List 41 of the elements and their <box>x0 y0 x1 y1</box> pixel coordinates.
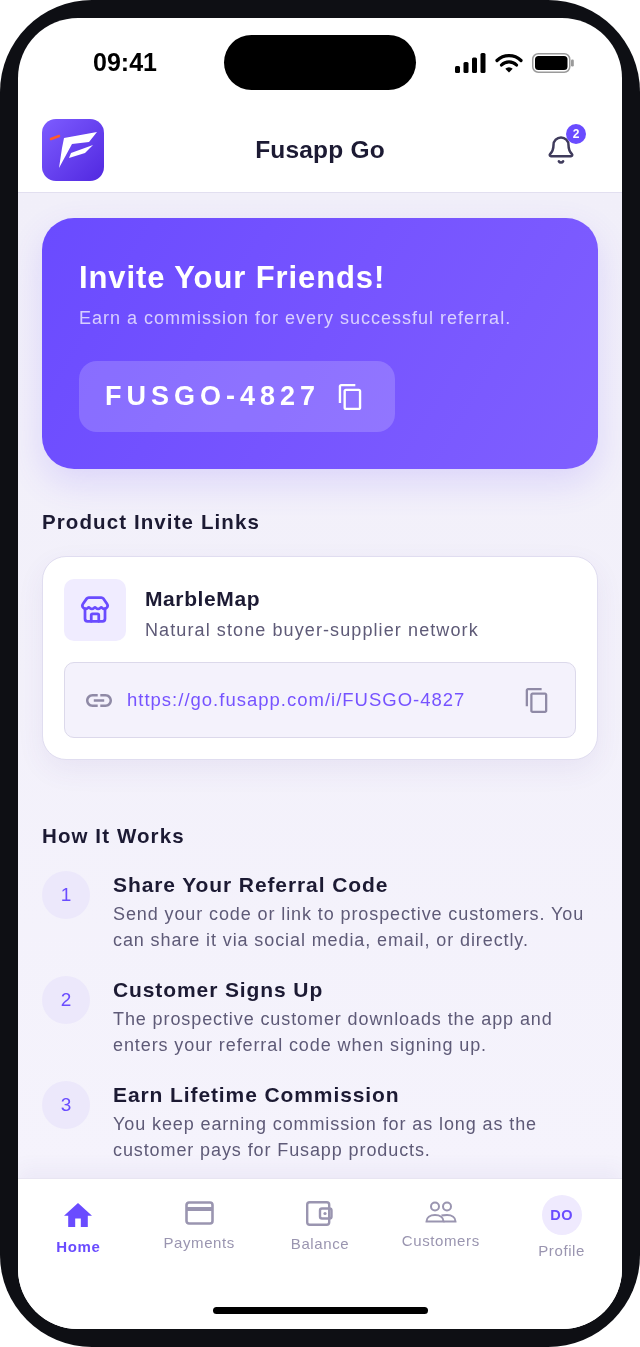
logo-icon <box>42 119 104 181</box>
signal-icon <box>454 52 486 73</box>
notifications-button[interactable]: 2 <box>546 124 586 165</box>
battery-icon <box>531 52 574 73</box>
copy-icon <box>337 383 364 410</box>
store-icon <box>64 578 126 641</box>
people-icon <box>424 1201 457 1223</box>
section-heading: How It Works <box>42 823 186 849</box>
card-icon <box>184 1201 214 1225</box>
profile-avatar: DO <box>541 1195 582 1235</box>
home-icon <box>64 1201 93 1229</box>
product-description: Natural stone buyer-supplier network <box>145 619 479 642</box>
product-name: MarbleMap <box>145 586 262 612</box>
wifi-icon <box>494 52 523 73</box>
nav-tab[interactable]: Home <box>56 1179 101 1255</box>
section-heading: Product Invite Links <box>42 509 261 535</box>
invite-link-field[interactable]: https://go.fusapp.com/i/FUSGO-4827 <box>64 662 576 738</box>
step-number: 3 <box>42 1081 90 1129</box>
status-time: 09:41 <box>93 47 157 78</box>
nav-tab[interactable]: Customers <box>401 1179 480 1249</box>
copy-icon <box>524 687 549 713</box>
step-title: Share Your Referral Code <box>113 872 390 898</box>
step-description: Send your code or link to prospective customers. You can share it via social media, email, or directly. <box>113 903 586 952</box>
step-title: Earn Lifetime Commission <box>113 1082 401 1108</box>
link-icon <box>86 693 112 707</box>
step-number: 2 <box>42 976 90 1024</box>
notification-badge: 2 <box>566 124 586 144</box>
step-description: The prospective customer downloads the app and enters your referral code when signing up. <box>113 1008 554 1057</box>
invite-title: Invite Your Friends! <box>79 259 386 296</box>
referral-code-button[interactable]: FUSGO-4827 <box>79 361 395 432</box>
invite-link[interactable]: https://go.fusapp.com/i/FUSGO-4827 <box>127 689 509 711</box>
app-title: Fusapp Go <box>255 136 385 164</box>
step-description: You keep earning commission for as long as the customer pays for Fusapp products. <box>113 1113 538 1162</box>
wallet-icon <box>306 1201 334 1226</box>
copy-button[interactable] <box>524 687 549 713</box>
step-title: Customer Signs Up <box>113 977 325 1003</box>
nav-tab[interactable]: Balance <box>290 1179 350 1252</box>
invite-subtitle: Earn a commission for every successful referral. <box>79 307 512 330</box>
nav-tab[interactable]: DO Profile <box>538 1179 585 1259</box>
nav-tab[interactable]: Payments <box>163 1179 235 1251</box>
step-number: 1 <box>42 871 90 919</box>
